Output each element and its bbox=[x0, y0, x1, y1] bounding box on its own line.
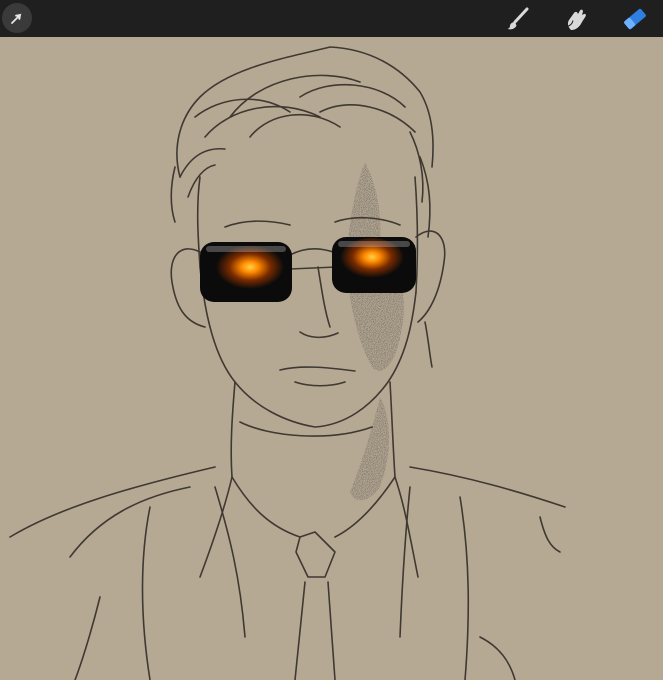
sketch-lines bbox=[9, 46, 566, 680]
paintbrush-icon bbox=[507, 7, 529, 30]
sketch-artwork bbox=[9, 46, 566, 680]
drawing-canvas[interactable] bbox=[0, 37, 663, 680]
smudge-tool-button[interactable] bbox=[561, 4, 591, 34]
glowing-sunglasses bbox=[200, 237, 416, 302]
top-toolbar bbox=[0, 0, 663, 37]
drawing-app bbox=[0, 0, 663, 680]
brush-tool-button[interactable] bbox=[503, 4, 533, 34]
finger-smudge-icon bbox=[567, 9, 586, 30]
actions-button[interactable] bbox=[2, 3, 32, 33]
eraser-icon bbox=[624, 8, 646, 30]
shadow-speckle bbox=[345, 162, 404, 501]
arrow-cursor-icon bbox=[11, 13, 22, 24]
eraser-tool-button[interactable] bbox=[620, 4, 650, 34]
